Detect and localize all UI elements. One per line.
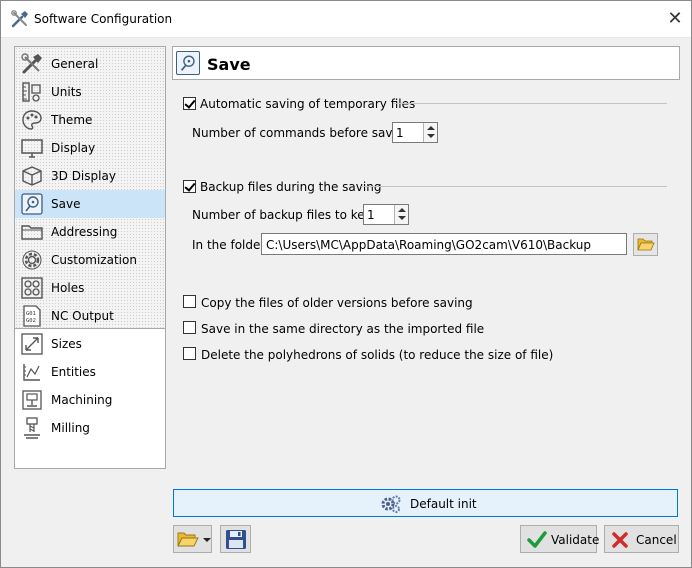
monitor-icon [21,139,43,158]
sidebar-item-label: Addressing [51,225,118,239]
default-init-button[interactable]: Default init [173,489,678,517]
sidebar-item-customization[interactable]: Customization [15,246,165,274]
gears-icon [381,495,401,513]
sidebar-item-label: Entities [51,365,96,379]
settings-window: Software Configuration ✕ General Units T… [0,0,692,568]
backup-count-spinner[interactable]: 1 [363,204,409,225]
sidebar-item-holes[interactable]: Holes [15,274,165,302]
folder-path-value: C:\Users\MC\AppData\Roaming\GO2cam\V610\… [266,238,592,252]
spinner-arrows[interactable] [423,123,437,142]
sidebar-item-theme[interactable]: Theme [15,106,165,134]
backup-folder-field[interactable]: C:\Users\MC\AppData\Roaming\GO2cam\V610\… [261,233,627,255]
sidebar-item-label: Milling [51,421,90,435]
sidebar-item-label: Holes [51,281,85,295]
spin-up-icon[interactable] [398,208,406,212]
backup-checkbox[interactable] [183,180,196,193]
validate-button[interactable]: Validate [520,525,600,553]
dimension-icon [21,333,43,355]
open-folder-icon [637,238,655,251]
backup-label: Backup files during the saving [200,180,382,194]
spin-up-icon[interactable] [427,126,435,130]
spinner-value: 1 [367,208,375,222]
spin-down-icon[interactable] [427,134,435,138]
sidebar-item-label: NC Output [51,309,114,323]
sidebar-item-3d-display[interactable]: 3D Display [15,162,165,190]
save-config-button[interactable] [220,525,251,553]
commands-before-saving-spinner[interactable]: 1 [392,122,438,143]
close-icon[interactable]: ✕ [663,7,687,31]
save-disk-icon [176,51,200,75]
cancel-button[interactable]: Cancel [604,525,679,553]
same-directory-checkbox[interactable] [183,321,196,334]
group-divider [361,186,667,187]
sidebar-item-addressing[interactable]: Addressing [15,218,165,246]
sidebar-item-label: Sizes [51,337,82,351]
spin-down-icon[interactable] [398,216,406,220]
red-x-icon [612,532,628,548]
folder-icon [21,225,43,240]
sidebar-item-label: General [51,57,99,71]
page-title: Save [207,55,251,74]
validate-label: Validate [551,533,600,547]
checkmark-icon [527,531,547,548]
cancel-label: Cancel [636,533,677,547]
tools-icon [21,53,42,74]
machining-icon [22,390,42,410]
sidebar-item-sizes[interactable]: Sizes [15,330,165,358]
tools-app-icon [11,10,28,28]
nc-file-icon: G01 G02 [23,305,41,327]
sidebar-item-nc-output[interactable]: G01 G02 NC Output [15,302,165,330]
delete-polyhedrons-checkbox[interactable] [183,347,196,360]
copy-older-versions-label: Copy the files of older versions before … [201,296,473,310]
holes-icon [21,277,43,299]
group-divider [393,103,667,104]
default-init-label: Default init [410,497,477,511]
cube-icon [22,166,42,186]
copy-older-versions-checkbox[interactable] [183,295,196,308]
panel-header: Save [172,46,680,80]
sidebar-item-label: Customization [51,253,137,267]
palette-icon [22,110,42,130]
window-title: Software Configuration [34,12,173,26]
ruler-icon [22,82,41,102]
spinner-value: 1 [396,126,404,140]
same-directory-label: Save in the same directory as the import… [201,322,485,336]
folder-label: In the folder [192,238,266,252]
sidebar-item-milling[interactable]: Milling [15,414,165,442]
open-folder-icon [177,532,199,547]
spinner-arrows[interactable] [394,205,408,224]
sidebar-item-units[interactable]: Units [15,78,165,106]
backup-count-label: Number of backup files to keep [192,208,380,222]
svg-text:G02: G02 [26,318,36,324]
svg-text:G01: G01 [26,311,36,317]
sidebar-item-label: Save [51,197,81,211]
gear-icon [22,250,42,270]
sidebar-item-label: Units [51,85,82,99]
open-config-button[interactable] [173,525,212,553]
sidebar-item-label: Theme [51,113,93,127]
sidebar-item-entities[interactable]: Entities [15,358,165,386]
sidebar-item-label: Display [51,141,96,155]
save-disk-icon [21,193,43,215]
sidebar-item-display[interactable]: Display [15,134,165,162]
milling-icon [24,417,40,439]
title-bar: Software Configuration ✕ [1,1,691,38]
sidebar-item-save[interactable]: Save [15,190,165,218]
auto-save-label: Automatic saving of temporary files [200,97,416,111]
chevron-down-icon[interactable] [203,538,211,542]
auto-save-checkbox[interactable] [183,97,196,110]
delete-polyhedrons-label: Delete the polyhedrons of solids (to red… [201,348,554,362]
sidebar-item-general[interactable]: General [15,50,165,78]
floppy-disk-icon [226,530,246,549]
sidebar-item-label: 3D Display [51,169,116,183]
commands-before-saving-label: Number of commands before saving [192,126,412,140]
sidebar-item-machining[interactable]: Machining [15,386,165,414]
browse-folder-button[interactable] [633,233,658,256]
sidebar-item-label: Machining [51,393,113,407]
entities-icon [23,364,40,381]
